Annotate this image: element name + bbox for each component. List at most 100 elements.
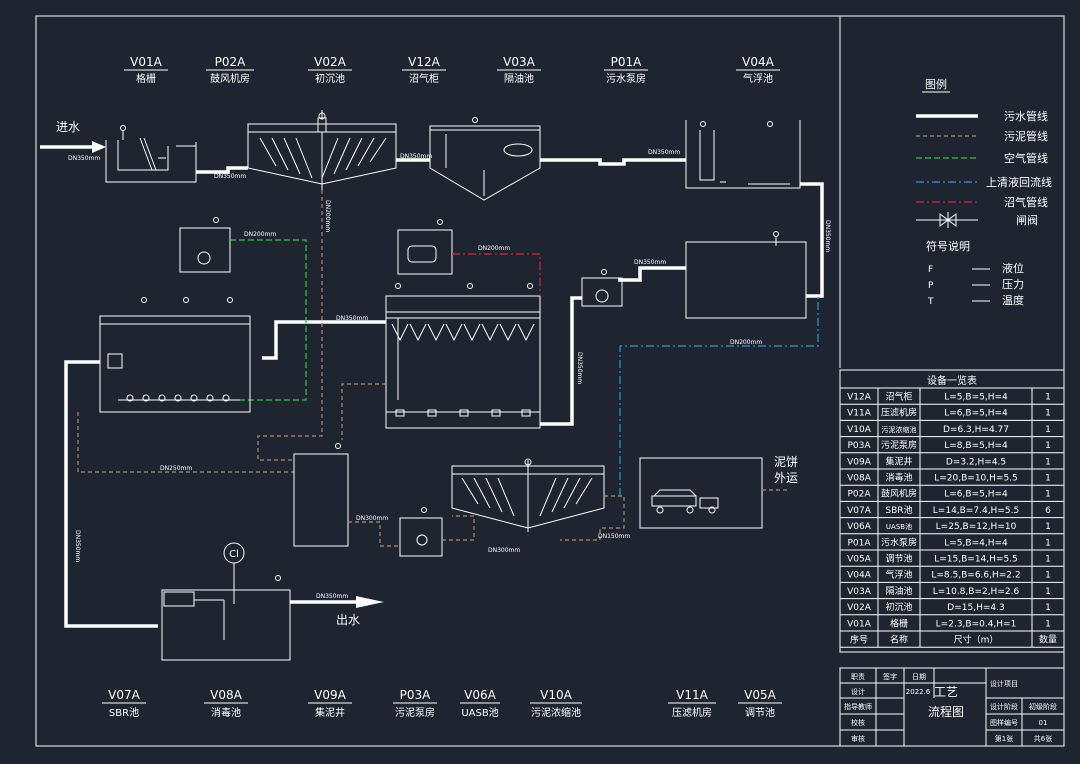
- table-cell-size: L=2.3,B=0.4,H=1: [936, 619, 1017, 629]
- table-cell-name: 压滤机房: [881, 407, 917, 419]
- table-cell-size: D=6.3,H=4.77: [943, 425, 1009, 435]
- top-unit-labels: V01A 格栅 P02A 鼓风机房 V02A 初沉池 V12A 沼气柜 V03A…: [124, 55, 780, 85]
- legend-label: 闸阀: [1016, 213, 1038, 227]
- table-cell-qty: 1: [1045, 393, 1051, 403]
- unit-code: V03A: [503, 55, 535, 69]
- table-cell-name: 隔油池: [885, 585, 912, 597]
- bottom-unit-v06a: V06A UASB池: [460, 688, 500, 719]
- table-cell-qty: 1: [1045, 441, 1051, 451]
- table-cell-code: V05A: [847, 555, 872, 565]
- tb-cell: 签字: [883, 672, 897, 681]
- table-cell-size: D=15,H=4.3: [947, 603, 1004, 613]
- table-cell-code: V09A: [847, 457, 872, 467]
- equipment-table: 设备一览表 V12A 沼气柜 L=5,B=5,H=4 1 V11A 压滤机房 L=6,B=5…: [839, 369, 1065, 653]
- sludge-pump-p03a: [399, 507, 443, 557]
- pipe-label-p1: DN350mm: [68, 155, 100, 162]
- table-cell-size: L=14,B=7.4,H=5.5: [933, 506, 1019, 516]
- table-cell-qty: 1: [1045, 571, 1051, 581]
- top-unit-v12a: V12A 沼气柜: [402, 55, 446, 85]
- legend: 图例 污水管线 污泥管线 空气管线 上清液回流线 沼气管线 闸阀 符号说明 F …: [916, 77, 1052, 307]
- pipe-label-p9: DN350mm: [634, 259, 666, 266]
- table-cell-size: L=8.5,B=6.6,H=2.2: [931, 571, 1020, 581]
- bottom-unit-v11a: V11A 压滤机房: [668, 688, 716, 719]
- gate-valve-icon: [916, 212, 978, 228]
- unit-name: 格栅: [136, 72, 156, 85]
- table-cell-size: L=8,B=5,H=4: [944, 441, 1008, 451]
- cake-label-1: 泥饼: [774, 455, 798, 469]
- table-cell-code: V10A: [847, 425, 872, 435]
- table-cell-name: 初沉池: [885, 601, 912, 613]
- table-cell-name: 气浮池: [885, 569, 912, 581]
- oil-separator-v03a: [429, 117, 541, 201]
- legend-label: 空气管线: [1004, 151, 1048, 165]
- table-cell-name: 消毒池: [885, 472, 912, 484]
- pipe-label-p5: DN350mm: [824, 220, 831, 252]
- table-header-cell: 名称: [890, 634, 908, 646]
- filter-press-v11a: [639, 457, 763, 529]
- table-cell-name: SBR池: [885, 504, 912, 516]
- biogas-line: [452, 253, 541, 296]
- table-cell-code: P01A: [847, 538, 871, 548]
- cake-label-2: 外运: [774, 471, 798, 485]
- unit-name: SBR池: [109, 706, 139, 719]
- unit-code: P03A: [400, 688, 432, 702]
- pipe-label-p14: DN300mm: [356, 515, 388, 522]
- top-unit-v03a: V03A 隔油池: [497, 55, 541, 85]
- unit-name: 鼓风机房: [210, 72, 250, 85]
- unit-code: V04A: [742, 55, 774, 69]
- unit-name: 污泥浓缩池: [531, 706, 581, 719]
- inlet-arrow-icon: [92, 141, 106, 153]
- unit-name: 污水泵房: [606, 72, 646, 85]
- table-cell-name: 污泥浓缩池: [882, 425, 917, 434]
- table-header-cell: 序号: [850, 634, 868, 646]
- unit-code: V02A: [314, 55, 346, 69]
- table-cell-size: L=6,B=5,H=4: [944, 409, 1008, 419]
- unit-code: V11A: [676, 688, 708, 702]
- table-cell-qty: 1: [1045, 555, 1051, 565]
- pipe-label-p2: DN350mm: [214, 173, 246, 180]
- pipe-v06-v07: [262, 320, 386, 360]
- pipe-label-p13: DN250mm: [160, 465, 192, 472]
- legend-label: 污水管线: [1004, 109, 1048, 123]
- table-cell-qty: 6: [1045, 506, 1051, 516]
- sludge-line-3: [341, 383, 386, 440]
- tb-cell: 职责: [851, 672, 865, 681]
- pipe-v07-v08: [64, 360, 158, 628]
- table-title: 设备一览表: [927, 374, 977, 387]
- table-cell-code: V04A: [847, 571, 872, 581]
- symbol-key: F: [928, 265, 933, 275]
- symbols-title: 符号说明: [926, 239, 970, 253]
- pipe-label-p15: DN300mm: [488, 547, 520, 554]
- sewage-pump-p01a: [581, 269, 623, 307]
- pipe-v04-v05: [800, 182, 824, 298]
- table-cell-qty: 1: [1045, 490, 1051, 500]
- tb-cell: 初级阶段: [1029, 702, 1057, 711]
- pipe-label-p12: DN200mm: [730, 339, 762, 346]
- table-cell-size: L=25,B=12,H=10: [936, 522, 1017, 532]
- sludge-thickener-v10a: [451, 458, 605, 532]
- unit-name: 气浮池: [743, 72, 773, 85]
- tb-cell: 第1张: [995, 734, 1013, 743]
- tb-cell: 设计: [851, 687, 865, 696]
- tb-cell: 设计阶段: [990, 702, 1018, 711]
- unit-code: V08A: [210, 688, 242, 702]
- tb-date: 2022.6: [906, 688, 931, 696]
- table-cell-code: V08A: [847, 474, 872, 484]
- pipe-v01-v02: [196, 166, 248, 174]
- table-cell-size: L=5,B=5,H=4: [944, 393, 1008, 403]
- gas-holder-v12a: [397, 219, 453, 275]
- symbol-key: T: [927, 297, 934, 307]
- unit-name: 集泥井: [315, 706, 345, 719]
- unit-name: 沼气柜: [409, 72, 439, 85]
- table-cell-name: 污泥泵房: [881, 439, 917, 451]
- pipe-label-p18: DN350mm: [316, 593, 348, 600]
- top-unit-p01a: P01A 污水泵房: [604, 55, 648, 85]
- bottom-unit-v07a: V07A SBR池: [102, 688, 146, 719]
- outlet-label: 出水: [336, 613, 360, 627]
- chlorine-symbol: Cl: [229, 549, 239, 560]
- legend-label: 上清液回流线: [986, 175, 1052, 189]
- sbr-v07a: [99, 297, 251, 413]
- tb-cell: 图样编号: [990, 718, 1018, 727]
- unit-name: 消毒池: [211, 706, 241, 719]
- unit-code: V07A: [108, 688, 140, 702]
